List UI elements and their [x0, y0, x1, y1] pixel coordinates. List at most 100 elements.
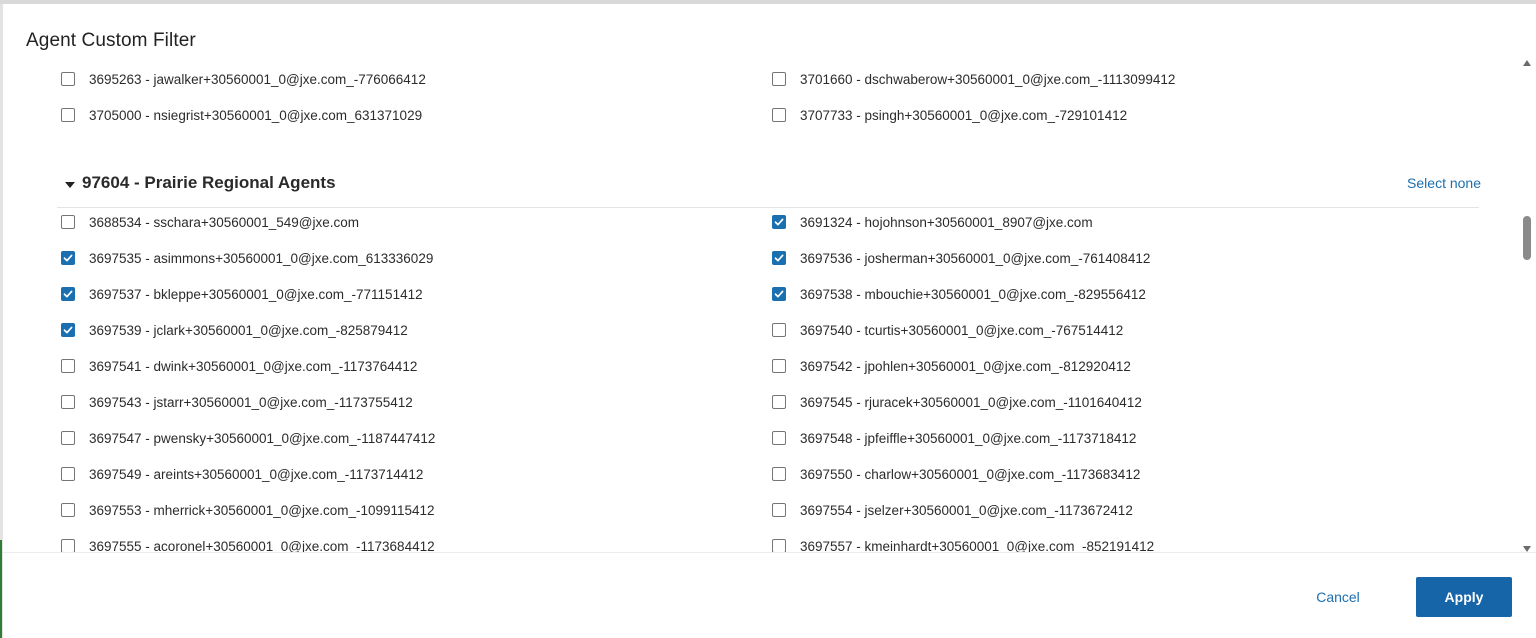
agent-checkbox[interactable]	[61, 287, 75, 301]
group-header: 97604 - Prairie Regional Agents Select n…	[57, 170, 1481, 208]
agent-option-label: 3697545 - rjuracek+30560001_0@jxe.com_-1…	[800, 394, 1142, 410]
agent-option-label: 3697555 - acoronel+30560001_0@jxe.com_-1…	[89, 538, 435, 553]
agent-row: 3688534 - sschara+30560001_549@jxe.com 36…	[3, 204, 1518, 240]
agent-option[interactable]: 3697536 - josherman+30560001_0@jxe.com_-…	[772, 240, 1150, 276]
agent-row: 3697535 - asimmons+30560001_0@jxe.com_61…	[3, 240, 1518, 276]
agent-list-scroll-area[interactable]: 3695263 - jawalker+30560001_0@jxe.com_-7…	[3, 56, 1518, 552]
agent-option-label: 3701660 - dschwaberow+30560001_0@jxe.com…	[800, 71, 1176, 87]
agent-option-label: 3697543 - jstarr+30560001_0@jxe.com_-117…	[89, 394, 413, 410]
dialog-footer: Cancel Apply	[3, 552, 1536, 638]
agent-option[interactable]: 3697549 - areints+30560001_0@jxe.com_-11…	[61, 456, 423, 492]
agent-row: 3697555 - acoronel+30560001_0@jxe.com_-1…	[3, 528, 1518, 552]
agent-option[interactable]: 3701660 - dschwaberow+30560001_0@jxe.com…	[772, 61, 1175, 97]
agent-row: 3697541 - dwink+30560001_0@jxe.com_-1173…	[3, 348, 1518, 384]
agent-option-label: 3697550 - charlow+30560001_0@jxe.com_-11…	[800, 466, 1141, 482]
agent-checkbox[interactable]	[61, 108, 75, 122]
agent-checkbox[interactable]	[772, 539, 786, 552]
scroll-up-arrow-icon[interactable]	[1523, 60, 1531, 66]
agent-checkbox[interactable]	[61, 215, 75, 229]
agent-option[interactable]: 3688534 - sschara+30560001_549@jxe.com	[61, 204, 359, 240]
scrollbar-thumb[interactable]	[1523, 216, 1531, 260]
agent-checkbox[interactable]	[61, 539, 75, 552]
agent-option[interactable]: 3697541 - dwink+30560001_0@jxe.com_-1173…	[61, 348, 417, 384]
agent-option[interactable]: 3697537 - bkleppe+30560001_0@jxe.com_-77…	[61, 276, 423, 312]
agent-option-label: 3697539 - jclark+30560001_0@jxe.com_-825…	[89, 322, 408, 338]
agent-checkbox[interactable]	[772, 215, 786, 229]
agent-checkbox[interactable]	[61, 395, 75, 409]
checkmark-icon	[63, 254, 73, 262]
agent-option-label: 3697542 - jpohlen+30560001_0@jxe.com_-81…	[800, 358, 1131, 374]
agent-checkbox[interactable]	[772, 359, 786, 373]
agent-option[interactable]: 3705000 - nsiegrist+30560001_0@jxe.com_6…	[61, 97, 422, 133]
agent-row: 3697549 - areints+30560001_0@jxe.com_-11…	[3, 456, 1518, 492]
agent-checkbox[interactable]	[772, 431, 786, 445]
agent-option[interactable]: 3695263 - jawalker+30560001_0@jxe.com_-7…	[61, 61, 426, 97]
agent-option[interactable]: 3697545 - rjuracek+30560001_0@jxe.com_-1…	[772, 384, 1142, 420]
agent-option[interactable]: 3697539 - jclark+30560001_0@jxe.com_-825…	[61, 312, 408, 348]
agent-option[interactable]: 3697553 - mherrick+30560001_0@jxe.com_-1…	[61, 492, 435, 528]
agent-row: 3695263 - jawalker+30560001_0@jxe.com_-7…	[3, 61, 1518, 97]
caret-down-icon[interactable]	[65, 182, 75, 188]
agent-checkbox[interactable]	[772, 287, 786, 301]
agent-option-label: 3705000 - nsiegrist+30560001_0@jxe.com_6…	[89, 107, 423, 123]
agent-option-label: 3697554 - jselzer+30560001_0@jxe.com_-11…	[800, 502, 1133, 518]
agent-checkbox[interactable]	[61, 467, 75, 481]
agent-option[interactable]: 3691324 - hojohnson+30560001_8907@jxe.co…	[772, 204, 1093, 240]
agent-checkbox[interactable]	[61, 431, 75, 445]
agent-option-label: 3697541 - dwink+30560001_0@jxe.com_-1173…	[89, 358, 418, 374]
agent-option-label: 3691324 - hojohnson+30560001_8907@jxe.co…	[800, 214, 1093, 230]
agent-checkbox[interactable]	[772, 251, 786, 265]
agent-option-label: 3697547 - pwensky+30560001_0@jxe.com_-11…	[89, 430, 436, 446]
agent-option-label: 3697548 - jpfeiffle+30560001_0@jxe.com_-…	[800, 430, 1137, 446]
agent-checkbox[interactable]	[61, 359, 75, 373]
agent-option[interactable]: 3697538 - mbouchie+30560001_0@jxe.com_-8…	[772, 276, 1146, 312]
agent-row: 3705000 - nsiegrist+30560001_0@jxe.com_6…	[3, 97, 1518, 133]
cancel-button[interactable]: Cancel	[1299, 577, 1377, 617]
checkmark-icon	[63, 290, 73, 298]
agent-option[interactable]: 3697555 - acoronel+30560001_0@jxe.com_-1…	[61, 528, 435, 552]
background-accent	[0, 540, 2, 638]
agent-checkbox[interactable]	[772, 323, 786, 337]
agent-option-label: 3695263 - jawalker+30560001_0@jxe.com_-7…	[89, 71, 426, 87]
agent-option[interactable]: 3697550 - charlow+30560001_0@jxe.com_-11…	[772, 456, 1140, 492]
agent-row: 3697539 - jclark+30560001_0@jxe.com_-825…	[3, 312, 1518, 348]
agent-option[interactable]: 3697542 - jpohlen+30560001_0@jxe.com_-81…	[772, 348, 1131, 384]
agent-option-label: 3697538 - mbouchie+30560001_0@jxe.com_-8…	[800, 286, 1146, 302]
agent-option-label: 3697536 - josherman+30560001_0@jxe.com_-…	[800, 250, 1151, 266]
vertical-scrollbar[interactable]	[1520, 56, 1534, 552]
group-title[interactable]: 97604 - Prairie Regional Agents	[82, 173, 336, 193]
checkmark-icon	[774, 218, 784, 226]
checkmark-icon	[774, 254, 784, 262]
agent-option[interactable]: 3697554 - jselzer+30560001_0@jxe.com_-11…	[772, 492, 1133, 528]
agent-checkbox[interactable]	[61, 503, 75, 517]
agent-checkbox[interactable]	[772, 467, 786, 481]
checkmark-icon	[774, 290, 784, 298]
agent-option-label: 3697549 - areints+30560001_0@jxe.com_-11…	[89, 466, 424, 482]
agent-option[interactable]: 3707733 - psingh+30560001_0@jxe.com_-729…	[772, 97, 1127, 133]
agent-option[interactable]: 3697540 - tcurtis+30560001_0@jxe.com_-76…	[772, 312, 1123, 348]
agent-option-label: 3707733 - psingh+30560001_0@jxe.com_-729…	[800, 107, 1128, 123]
agent-option[interactable]: 3697557 - kmeinhardt+30560001_0@jxe.com_…	[772, 528, 1154, 552]
select-none-link[interactable]: Select none	[1407, 175, 1481, 191]
agent-option-label: 3697553 - mherrick+30560001_0@jxe.com_-1…	[89, 502, 435, 518]
agent-custom-filter-dialog: Agent Custom Filter 3695263 - jawalker+3…	[3, 4, 1536, 638]
agent-option[interactable]: 3697548 - jpfeiffle+30560001_0@jxe.com_-…	[772, 420, 1136, 456]
apply-button[interactable]: Apply	[1416, 577, 1512, 617]
agent-checkbox[interactable]	[772, 72, 786, 86]
agent-option-label: 3697540 - tcurtis+30560001_0@jxe.com_-76…	[800, 322, 1124, 338]
agent-row: 3697547 - pwensky+30560001_0@jxe.com_-11…	[3, 420, 1518, 456]
agent-checkbox[interactable]	[61, 323, 75, 337]
agent-checkbox[interactable]	[61, 251, 75, 265]
agent-checkbox[interactable]	[772, 108, 786, 122]
agent-row: 3697537 - bkleppe+30560001_0@jxe.com_-77…	[3, 276, 1518, 312]
agent-option[interactable]: 3697547 - pwensky+30560001_0@jxe.com_-11…	[61, 420, 435, 456]
agent-checkbox[interactable]	[61, 72, 75, 86]
agent-checkbox[interactable]	[772, 503, 786, 517]
checkmark-icon	[63, 326, 73, 334]
agent-row: 3697543 - jstarr+30560001_0@jxe.com_-117…	[3, 384, 1518, 420]
agent-option[interactable]: 3697535 - asimmons+30560001_0@jxe.com_61…	[61, 240, 433, 276]
agent-option[interactable]: 3697543 - jstarr+30560001_0@jxe.com_-117…	[61, 384, 413, 420]
dialog-title: Agent Custom Filter	[26, 30, 196, 51]
agent-option-label: 3697537 - bkleppe+30560001_0@jxe.com_-77…	[89, 286, 423, 302]
agent-checkbox[interactable]	[772, 395, 786, 409]
